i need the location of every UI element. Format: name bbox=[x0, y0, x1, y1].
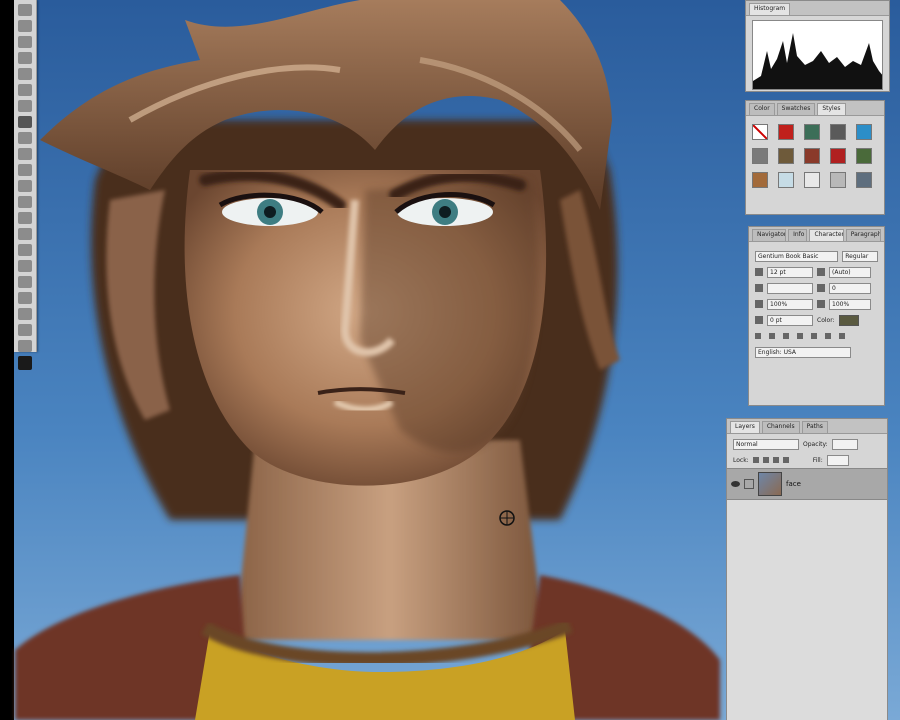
blur-tool-icon[interactable] bbox=[18, 196, 32, 208]
style-swatch[interactable] bbox=[830, 148, 846, 164]
all-caps-icon[interactable] bbox=[783, 333, 789, 339]
style-swatch[interactable] bbox=[804, 148, 820, 164]
tab-layers[interactable]: Layers bbox=[730, 421, 760, 433]
layer-name: face bbox=[786, 480, 801, 488]
vertical-scale-icon bbox=[755, 300, 763, 308]
tools-palette[interactable] bbox=[14, 0, 37, 370]
hand-tool-icon[interactable] bbox=[18, 324, 32, 336]
fill-label: Fill: bbox=[812, 456, 823, 464]
magic-wand-tool-icon[interactable] bbox=[18, 52, 32, 64]
tab-histogram[interactable]: Histogram bbox=[749, 3, 791, 15]
style-swatch[interactable] bbox=[752, 148, 768, 164]
path-select-tool-icon[interactable] bbox=[18, 260, 32, 272]
leading-icon bbox=[817, 268, 825, 276]
style-swatch[interactable] bbox=[804, 124, 820, 140]
lasso-tool-icon[interactable] bbox=[18, 36, 32, 48]
tab-styles[interactable]: Styles bbox=[817, 103, 846, 115]
tab-color[interactable]: Color bbox=[749, 103, 775, 115]
layer-row-face[interactable]: face bbox=[727, 468, 887, 500]
lock-icon[interactable] bbox=[782, 457, 789, 463]
faux-italic-icon[interactable] bbox=[769, 333, 775, 339]
font-style-select[interactable]: Regular bbox=[842, 250, 878, 262]
type-tool-icon[interactable] bbox=[18, 244, 32, 256]
kerning-field[interactable] bbox=[767, 282, 813, 294]
kerning-icon bbox=[755, 284, 763, 292]
layers-list-empty-area bbox=[727, 500, 887, 720]
foreground-color-swatch[interactable] bbox=[18, 356, 32, 370]
histogram-panel: Histogram bbox=[745, 0, 890, 92]
tab-info[interactable]: Info bbox=[788, 229, 808, 241]
notes-tool-icon[interactable] bbox=[18, 292, 32, 304]
tab-paragraph[interactable]: Paragraph bbox=[845, 229, 881, 241]
style-swatch[interactable] bbox=[830, 172, 846, 188]
character-panel: Navigator Info Character Paragraph Genti… bbox=[748, 226, 885, 406]
dodge-tool-icon[interactable] bbox=[18, 212, 32, 224]
eraser-tool-icon[interactable] bbox=[18, 164, 32, 176]
history-brush-tool-icon[interactable] bbox=[18, 148, 32, 160]
style-none-swatch[interactable] bbox=[752, 124, 768, 140]
style-swatch[interactable] bbox=[778, 172, 794, 188]
pen-tool-icon[interactable] bbox=[18, 228, 32, 240]
tab-channels[interactable]: Channels bbox=[761, 421, 800, 433]
style-swatch[interactable] bbox=[752, 172, 768, 188]
style-swatch[interactable] bbox=[856, 124, 872, 140]
style-swatch[interactable] bbox=[778, 148, 794, 164]
faux-bold-icon[interactable] bbox=[755, 333, 761, 339]
zoom-tool-icon[interactable] bbox=[18, 340, 32, 352]
horizontal-scale-icon bbox=[817, 300, 825, 308]
tab-swatches[interactable]: Swatches bbox=[776, 103, 816, 115]
opacity-label: Opacity: bbox=[803, 440, 828, 448]
eye-icon[interactable] bbox=[731, 481, 740, 487]
underline-icon[interactable] bbox=[839, 333, 845, 339]
font-size-icon bbox=[755, 268, 763, 276]
vertical-scale-field[interactable]: 100% bbox=[767, 298, 813, 310]
style-swatch[interactable] bbox=[830, 124, 846, 140]
small-caps-icon[interactable] bbox=[797, 333, 803, 339]
tracking-icon bbox=[817, 284, 825, 292]
healing-tool-icon[interactable] bbox=[18, 100, 32, 112]
tracking-field[interactable]: 0 bbox=[829, 282, 871, 294]
font-family-select[interactable]: Gentium Book Basic bbox=[755, 250, 839, 262]
stamp-tool-icon[interactable] bbox=[18, 132, 32, 144]
fill-field[interactable] bbox=[826, 454, 849, 466]
horizontal-scale-field[interactable]: 100% bbox=[829, 298, 871, 310]
tab-paths[interactable]: Paths bbox=[801, 421, 828, 433]
lock-label: Lock: bbox=[733, 456, 749, 464]
layer-link-icon[interactable] bbox=[744, 479, 754, 489]
baseline-shift-field[interactable]: 0 pt bbox=[767, 314, 813, 326]
marquee-tool-icon[interactable] bbox=[18, 20, 32, 32]
font-size-field[interactable]: 12 pt bbox=[767, 266, 813, 278]
layer-thumbnail bbox=[758, 472, 782, 496]
tab-character[interactable]: Character bbox=[809, 229, 844, 241]
language-select[interactable]: English: USA bbox=[755, 346, 851, 358]
baseline-shift-icon bbox=[755, 316, 763, 324]
style-swatch[interactable] bbox=[778, 124, 794, 140]
text-color-swatch[interactable] bbox=[838, 314, 859, 326]
blend-mode-select[interactable]: Normal bbox=[733, 438, 799, 450]
swatches-panel: Color Swatches Styles bbox=[745, 100, 885, 215]
histogram-graph bbox=[752, 20, 883, 90]
eyedropper-tool-icon[interactable] bbox=[18, 308, 32, 320]
brush-cursor-icon bbox=[499, 510, 515, 526]
style-swatch[interactable] bbox=[856, 148, 872, 164]
style-swatch[interactable] bbox=[804, 172, 820, 188]
leading-field[interactable]: (Auto) bbox=[829, 266, 871, 278]
shape-tool-icon[interactable] bbox=[18, 276, 32, 288]
move-tool-icon[interactable] bbox=[18, 4, 32, 16]
crop-tool-icon[interactable] bbox=[18, 68, 32, 80]
opacity-field[interactable] bbox=[831, 438, 858, 450]
slice-tool-icon[interactable] bbox=[18, 84, 32, 96]
superscript-icon[interactable] bbox=[811, 333, 817, 339]
subscript-icon[interactable] bbox=[825, 333, 831, 339]
gradient-tool-icon[interactable] bbox=[18, 180, 32, 192]
lock-position-icon[interactable] bbox=[772, 457, 779, 463]
lock-image-icon[interactable] bbox=[762, 457, 769, 463]
style-swatch[interactable] bbox=[856, 172, 872, 188]
color-label: Color: bbox=[817, 316, 835, 324]
brush-tool-icon[interactable] bbox=[18, 116, 32, 128]
tab-navigator[interactable]: Navigator bbox=[752, 229, 787, 241]
lock-transparent-icon[interactable] bbox=[752, 457, 759, 463]
layers-panel: Layers Channels Paths Normal Opacity: Lo… bbox=[726, 418, 888, 720]
